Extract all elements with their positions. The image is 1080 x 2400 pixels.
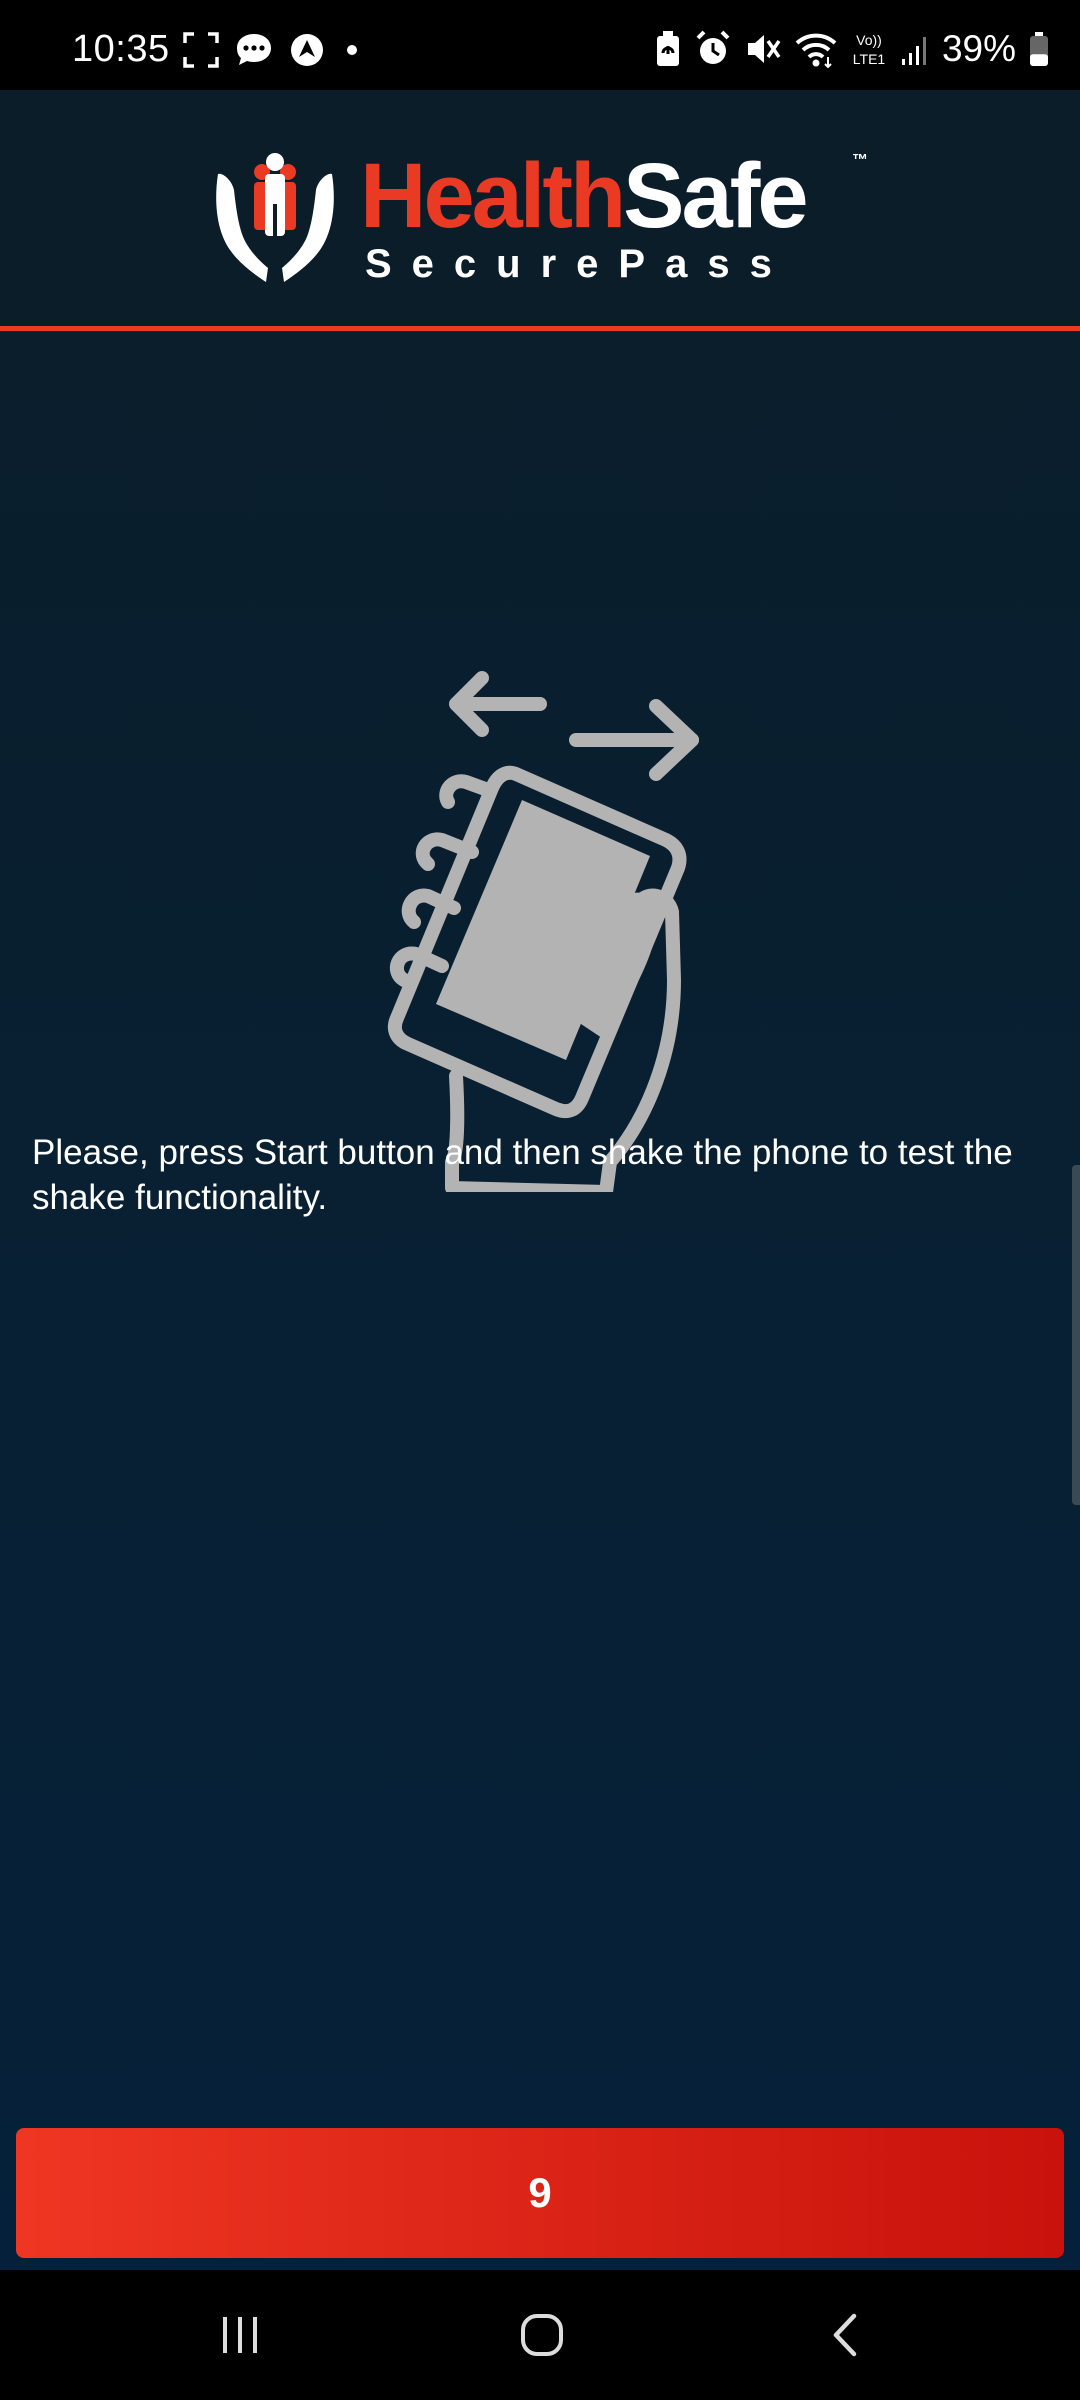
status-time: 10:35 — [72, 28, 170, 70]
healthsafe-logo: HealthSafe ™ SecurePass — [210, 150, 880, 286]
svg-text:Vo)): Vo)) — [856, 32, 882, 48]
dot-icon — [347, 45, 357, 55]
caring-hands-icon — [216, 153, 334, 282]
app-content: HealthSafe ™ SecurePass Please, press St… — [0, 90, 1080, 2270]
logo-safe-text: Safe — [623, 145, 808, 247]
start-button[interactable]: 9 — [16, 2128, 1064, 2258]
logo-health-text: Health — [360, 145, 626, 247]
chat-icon — [237, 34, 271, 65]
recent-apps-icon — [223, 2317, 257, 2353]
battery-percent: 39% — [941, 28, 1016, 69]
home-icon — [521, 2314, 563, 2356]
status-right-icons: Vo)) LTE1 39% — [654, 26, 1050, 72]
battery-icon — [1030, 32, 1048, 66]
shake-phone-icon — [387, 671, 699, 1192]
home-button[interactable] — [502, 2300, 582, 2370]
recent-apps-button[interactable] — [200, 2300, 280, 2370]
navigation-icon — [291, 34, 323, 66]
mute-icon — [747, 35, 781, 63]
signal-icon — [901, 37, 926, 65]
logo-title: HealthSafe — [360, 150, 809, 242]
header-divider — [0, 326, 1080, 331]
back-icon — [833, 2313, 857, 2357]
app-header: HealthSafe ™ SecurePass — [0, 90, 1080, 326]
phone-screen: 10:35 Vo)) LTE1 39% HealthSafe ™ SecureP… — [0, 0, 1080, 2400]
wifi-icon — [795, 33, 837, 69]
trademark-symbol: ™ — [852, 152, 868, 169]
status-bar: 10:35 Vo)) LTE1 39% — [0, 0, 1080, 90]
status-left-icons — [182, 30, 364, 70]
logo-subtitle: SecurePass — [365, 242, 792, 286]
scroll-indicator[interactable] — [1072, 1165, 1080, 1505]
screenshot-icon — [183, 32, 219, 68]
battery-saver-icon — [656, 31, 679, 66]
back-button[interactable] — [806, 2300, 886, 2370]
alarm-icon — [696, 30, 730, 64]
instruction-text: Please, press Start button and then shak… — [32, 1133, 1013, 1217]
navigation-bar — [0, 2270, 1080, 2400]
volte-icon: Vo)) LTE1 — [853, 32, 886, 67]
svg-text:LTE1: LTE1 — [853, 51, 886, 67]
